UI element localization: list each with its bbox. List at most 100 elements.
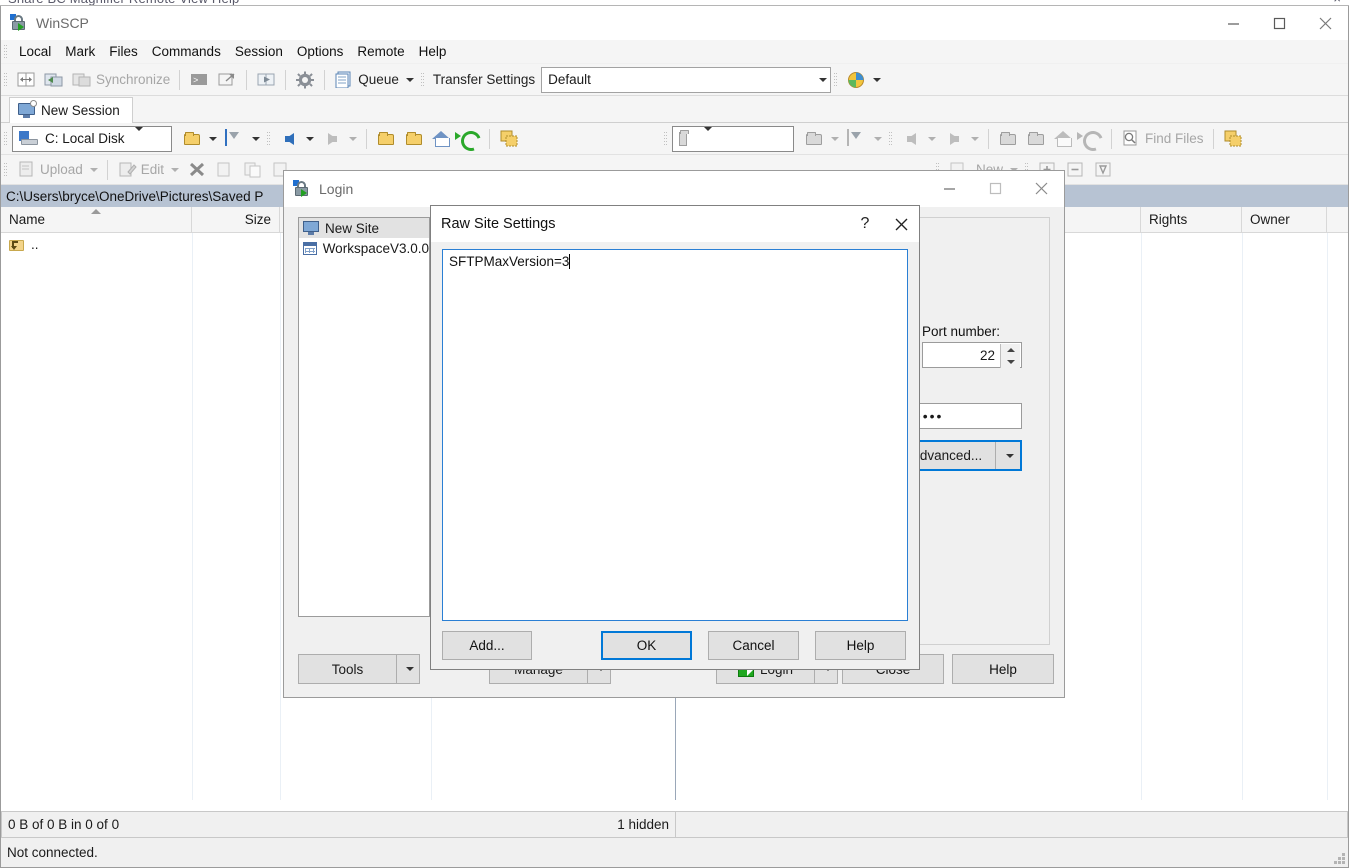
remote-address-grip[interactable] [663, 130, 669, 147]
local-parent-directory-icon[interactable] [372, 126, 400, 152]
add-button[interactable]: Add... [442, 631, 532, 660]
local-home-icon[interactable] [428, 126, 456, 152]
menu-session[interactable]: Session [228, 42, 290, 61]
remote-new-folder-icon[interactable] [1022, 126, 1050, 152]
tools-button[interactable]: Tools [298, 654, 420, 684]
toolbar-grip-handle-2[interactable] [419, 71, 426, 88]
local-open-folder-icon[interactable] [178, 126, 221, 152]
chevron-down-icon[interactable] [812, 77, 830, 82]
find-files-button[interactable]: Find Files [1117, 126, 1208, 152]
login-help-button[interactable]: Help [952, 654, 1054, 684]
site-list[interactable]: New Site WorkspaceV3.0.0 [298, 217, 430, 617]
cancel-label: Cancel [732, 638, 775, 653]
close-icon[interactable] [883, 206, 919, 242]
local-copy-path-icon[interactable] [495, 126, 523, 152]
column-header-rights[interactable]: Rights [1141, 207, 1242, 233]
chevron-down-icon[interactable] [171, 167, 180, 172]
chevron-down-icon[interactable] [701, 127, 712, 146]
remote-path-combo[interactable] [672, 125, 794, 152]
split-panes-icon[interactable] [12, 67, 40, 93]
open-link-icon[interactable] [213, 67, 241, 93]
chevron-down-icon[interactable] [132, 127, 143, 146]
select-invert-icon[interactable] [1089, 157, 1117, 183]
remote-refresh-icon[interactable] [1078, 126, 1106, 152]
remote-filter-funnel-icon[interactable] [843, 126, 886, 152]
tab-new-session[interactable]: New Session [9, 97, 133, 123]
remote-back-arrow-icon[interactable] [897, 126, 940, 152]
menu-files[interactable]: Files [102, 42, 145, 61]
column-header-owner[interactable]: Owner [1242, 207, 1327, 233]
menu-grip-handle[interactable] [3, 43, 9, 60]
remote-parent-directory-icon[interactable] [994, 126, 1022, 152]
edit-button[interactable]: Edit [113, 157, 183, 183]
preferences-gear-icon[interactable] [291, 67, 319, 93]
local-forward-arrow-icon[interactable] [318, 126, 361, 152]
remote-column-divider-3 [1327, 233, 1328, 800]
local-tools-separator [489, 128, 490, 149]
find-files-label: Find Files [1145, 131, 1204, 146]
tools-dropdown-arrow[interactable] [396, 654, 420, 684]
local-refresh-icon[interactable] [456, 126, 484, 152]
help-question-icon[interactable]: ? [847, 206, 883, 242]
remote-copy-path-icon[interactable] [1219, 126, 1247, 152]
winscp-lock-icon [10, 14, 28, 32]
transfer-settings-combo[interactable]: Default [541, 66, 832, 93]
local-address-grip[interactable] [3, 130, 9, 147]
toolbar-grip-handle[interactable] [3, 71, 9, 88]
local-drive-combo[interactable]: C: Local Disk [12, 125, 172, 152]
duplicate-icon[interactable] [239, 157, 267, 183]
compare-icon[interactable] [252, 67, 280, 93]
column-header-name[interactable]: Name [1, 207, 192, 233]
menu-commands[interactable]: Commands [145, 42, 228, 61]
console-icon[interactable]: > [185, 67, 213, 93]
chevron-down-icon[interactable] [873, 77, 882, 82]
select-remove-icon[interactable] [1061, 157, 1089, 183]
synchronize-button[interactable]: Synchronize [68, 67, 174, 93]
menu-local[interactable]: Local [12, 42, 58, 61]
rename-icon[interactable] [211, 157, 239, 183]
session-color-icon[interactable] [842, 67, 885, 93]
port-number-stepper[interactable] [1000, 344, 1020, 368]
maximize-icon[interactable] [972, 171, 1018, 205]
chevron-down-icon[interactable] [89, 167, 98, 172]
resize-grip-icon[interactable] [1332, 851, 1345, 864]
site-list-item-workspace[interactable]: WorkspaceV3.0.0 [299, 238, 429, 258]
local-status-cell: 0 B of 0 B in 0 of 0 1 hidden [1, 811, 676, 838]
site-list-item-new-site[interactable]: New Site [299, 218, 429, 238]
local-new-folder-icon[interactable] [400, 126, 428, 152]
queue-button[interactable]: Queue [330, 67, 418, 93]
cancel-button[interactable]: Cancel [708, 631, 799, 660]
file-ops-grip[interactable] [3, 161, 9, 178]
menu-help[interactable]: Help [412, 42, 454, 61]
delete-x-icon[interactable] [183, 157, 211, 183]
local-filter-funnel-icon[interactable] [221, 126, 264, 152]
ok-button[interactable]: OK [601, 631, 692, 660]
minimize-icon[interactable] [926, 171, 972, 205]
remote-open-folder-icon[interactable] [800, 126, 843, 152]
ok-label: OK [636, 638, 657, 653]
menu-remote[interactable]: Remote [350, 42, 411, 61]
remote-nav-grip[interactable] [888, 130, 894, 147]
remote-home-icon[interactable] [1050, 126, 1078, 152]
close-icon[interactable] [1018, 171, 1064, 205]
local-back-arrow-icon[interactable] [275, 126, 318, 152]
chevron-down-icon [209, 136, 217, 141]
remote-forward-arrow-icon[interactable] [940, 126, 983, 152]
upload-button[interactable]: Upload [12, 157, 102, 183]
screen-root: Share BC Magnifier Remote View Help - × … [0, 0, 1349, 868]
close-icon[interactable] [1302, 6, 1348, 40]
menu-options[interactable]: Options [290, 42, 351, 61]
synchronize-browsing-icon[interactable] [40, 67, 68, 93]
menu-mark[interactable]: Mark [58, 42, 102, 61]
chevron-down-icon[interactable] [405, 77, 414, 82]
column-header-size[interactable]: Size [192, 207, 280, 233]
raw-settings-textarea[interactable]: SFTPMaxVersion=3 [442, 249, 908, 621]
tools-button-main[interactable]: Tools [298, 654, 396, 684]
raw-help-button[interactable]: Help [815, 631, 906, 660]
minimize-icon[interactable] [1210, 6, 1256, 40]
local-nav-grip[interactable] [266, 130, 272, 147]
advanced-dropdown-arrow[interactable] [996, 442, 1020, 469]
toolbar-grip-handle-3[interactable] [833, 71, 840, 88]
port-number-input[interactable]: 22 [922, 342, 1022, 368]
maximize-icon[interactable] [1256, 6, 1302, 40]
